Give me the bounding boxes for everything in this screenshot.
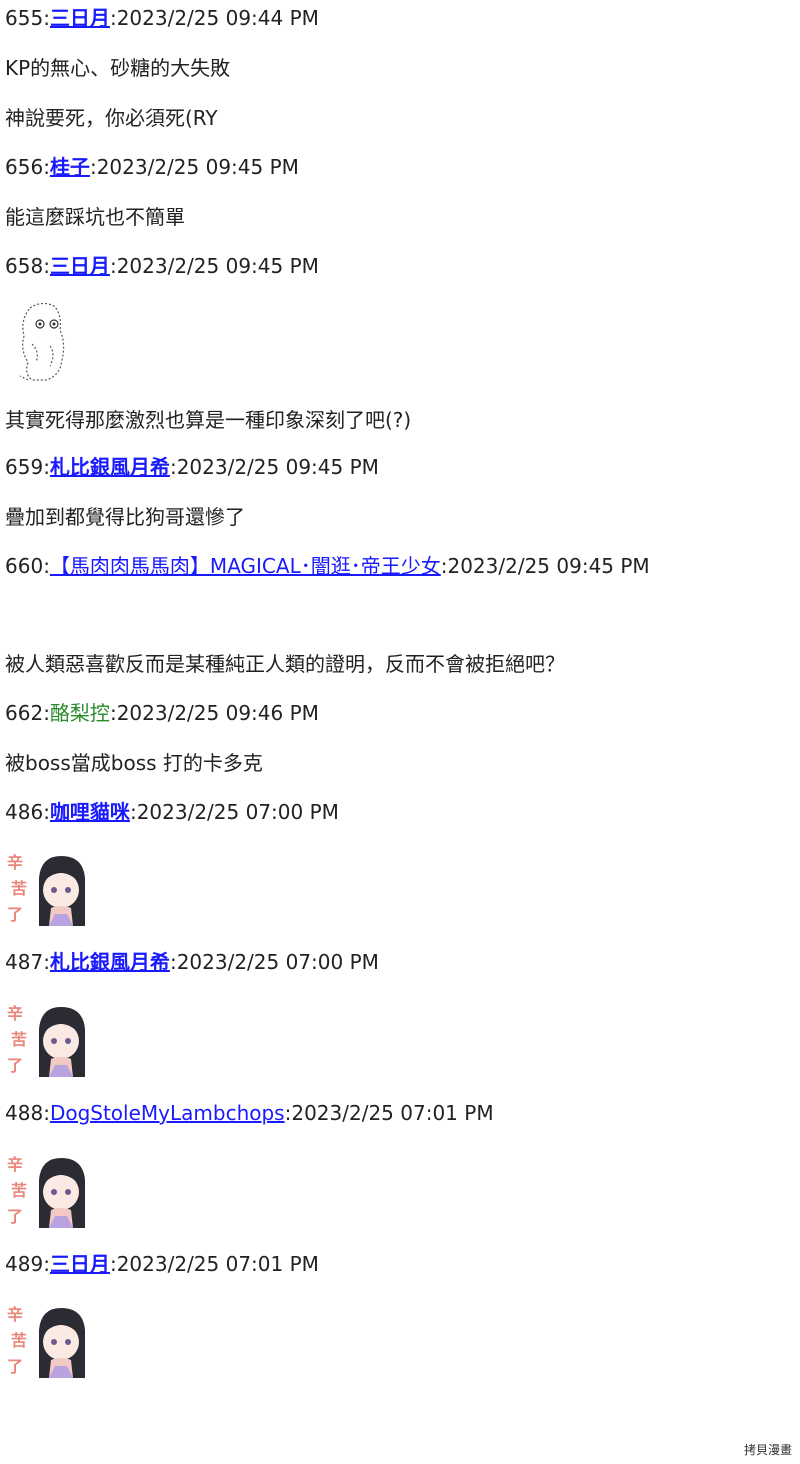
separator: : (169, 455, 177, 479)
post-number: 659 (5, 455, 44, 479)
svg-text:辛: 辛 (7, 1305, 23, 1324)
svg-text:辛: 辛 (7, 1004, 23, 1023)
svg-text:苦: 苦 (11, 1030, 27, 1049)
post-header: 662:酪梨控:2023/2/25 09:46 PM (5, 701, 319, 725)
separator: : (109, 6, 117, 30)
post-number: 487 (5, 950, 44, 974)
poster-name-link[interactable]: 三日月 (50, 1252, 110, 1276)
svg-text:苦: 苦 (11, 1331, 27, 1350)
post-message: 其實死得那麼激烈也算是一種印象深刻了吧(?) (5, 408, 412, 432)
poster-name-link[interactable]: 三日月 (50, 254, 110, 278)
post-header: 487:札比銀風月希:2023/2/25 07:00 PM (5, 950, 379, 974)
separator: : (109, 1252, 117, 1276)
separator: : (89, 155, 97, 179)
separator: : (43, 950, 50, 974)
svg-text:了: 了 (7, 905, 23, 924)
separator: : (43, 254, 50, 278)
separator: : (109, 254, 117, 278)
post-message: 被boss當成boss 打的卡多克 (5, 751, 263, 775)
separator: : (43, 155, 50, 179)
post-number: 660 (5, 554, 44, 578)
post-header: 659:札比銀風月希:2023/2/25 09:45 PM (5, 455, 379, 479)
separator: : (43, 6, 50, 30)
post-header: 489:三日月:2023/2/25 07:01 PM (5, 1252, 319, 1276)
separator: : (129, 800, 137, 824)
svg-text:了: 了 (7, 1357, 23, 1376)
post-header: 655:三日月:2023/2/25 09:44 PM (5, 6, 319, 30)
post-header: 660:【馬肉肉馬馬肉】MAGICAL･闇逛･帝王少女:2023/2/25 09… (5, 554, 650, 578)
post-timestamp: 2023/2/25 07:00 PM (136, 800, 339, 824)
post-header: 656:桂子:2023/2/25 09:45 PM (5, 155, 299, 179)
poster-name-link[interactable]: 【馬肉肉馬馬肉】MAGICAL･闇逛･帝王少女 (50, 554, 441, 578)
post-message: 被人類惡喜歡反而是某種純正人類的證明，反而不會被拒絕吧？ (5, 652, 565, 676)
poster-name: 酪梨控 (49, 701, 110, 725)
svg-text:苦: 苦 (11, 1181, 27, 1200)
sticker-image: 辛 苦 了 (7, 1155, 85, 1228)
poster-name-link[interactable]: 札比銀風月希 (50, 950, 170, 974)
poster-name-link[interactable]: 咖哩貓咪 (50, 800, 130, 824)
post-number: 655 (5, 6, 44, 30)
post-timestamp: 2023/2/25 09:46 PM (116, 701, 319, 725)
post-timestamp: 2023/2/25 07:01 PM (116, 1252, 319, 1276)
post-header: 658:三日月:2023/2/25 09:45 PM (5, 254, 319, 278)
separator: : (43, 701, 50, 725)
svg-text:苦: 苦 (11, 879, 27, 898)
ascii-art-image (19, 302, 65, 381)
post-number: 486 (5, 800, 44, 824)
post-number: 488 (5, 1101, 44, 1125)
post-timestamp: 2023/2/25 09:45 PM (176, 455, 379, 479)
separator: : (43, 554, 50, 578)
post-header: 486:咖哩貓咪:2023/2/25 07:00 PM (5, 800, 339, 824)
separator: : (43, 1252, 50, 1276)
separator: : (43, 455, 50, 479)
post-timestamp: 2023/2/25 07:00 PM (176, 950, 379, 974)
post-timestamp: 2023/2/25 09:45 PM (447, 554, 650, 578)
post-timestamp: 2023/2/25 09:45 PM (96, 155, 299, 179)
svg-text:辛: 辛 (7, 853, 23, 872)
post-number: 656 (5, 155, 44, 179)
poster-name-link[interactable]: 桂子 (50, 155, 90, 179)
post-message: 神說要死，你必須死(RY (5, 106, 218, 130)
post-message: 能這麼踩坑也不簡單 (5, 205, 185, 229)
post-number: 658 (5, 254, 44, 278)
watermark-text: 拷貝漫畫 (743, 1443, 792, 1457)
post-timestamp: 2023/2/25 09:45 PM (116, 254, 319, 278)
sticker-image: 辛 苦 了 (7, 1305, 85, 1378)
svg-text:了: 了 (7, 1056, 23, 1075)
separator: : (109, 701, 117, 725)
poster-name-link[interactable]: DogStoleMyLambchops (50, 1101, 285, 1125)
separator: : (43, 800, 50, 824)
post-number: 489 (5, 1252, 44, 1276)
separator: : (169, 950, 177, 974)
sticker-image: 辛 苦 了 (7, 853, 85, 926)
post-message: 疊加到都覺得比狗哥還慘了 (5, 505, 245, 529)
post-message: KP的無心、砂糖的大失敗 (5, 56, 231, 80)
post-timestamp: 2023/2/25 07:01 PM (291, 1101, 494, 1125)
poster-name-link[interactable]: 三日月 (50, 6, 110, 30)
post-number: 662 (5, 701, 44, 725)
poster-name-link[interactable]: 札比銀風月希 (50, 455, 170, 479)
svg-text:辛: 辛 (7, 1155, 23, 1174)
separator: : (43, 1101, 50, 1125)
sticker-image: 辛 苦 了 (7, 1004, 85, 1077)
post-header: 488:DogStoleMyLambchops:2023/2/25 07:01 … (5, 1101, 494, 1125)
svg-text:了: 了 (7, 1207, 23, 1226)
post-timestamp: 2023/2/25 09:44 PM (116, 6, 319, 30)
